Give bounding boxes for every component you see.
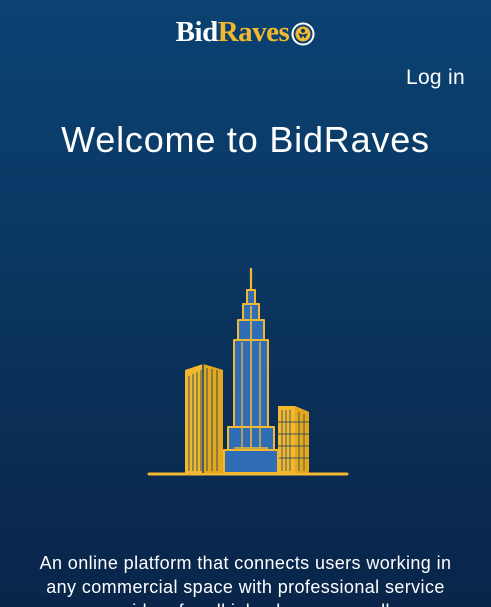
logo-wordmark: BidRaves [176,18,290,47]
logo-text-raves: Raves [217,16,290,48]
central-skyscraper [223,268,279,474]
left-tower [185,364,223,473]
right-tower [278,406,309,473]
logo-text-bid: Bid [175,16,219,48]
login-link[interactable]: Log in [406,66,465,90]
tagline-text: An online platform that connects users w… [39,553,452,607]
page-title: Welcome to BidRaves [61,119,430,160]
bidraves-badge-icon [291,22,315,45]
city-skyline-illustration [147,268,349,476]
bidraves-logo[interactable]: BidRaves [0,18,491,47]
